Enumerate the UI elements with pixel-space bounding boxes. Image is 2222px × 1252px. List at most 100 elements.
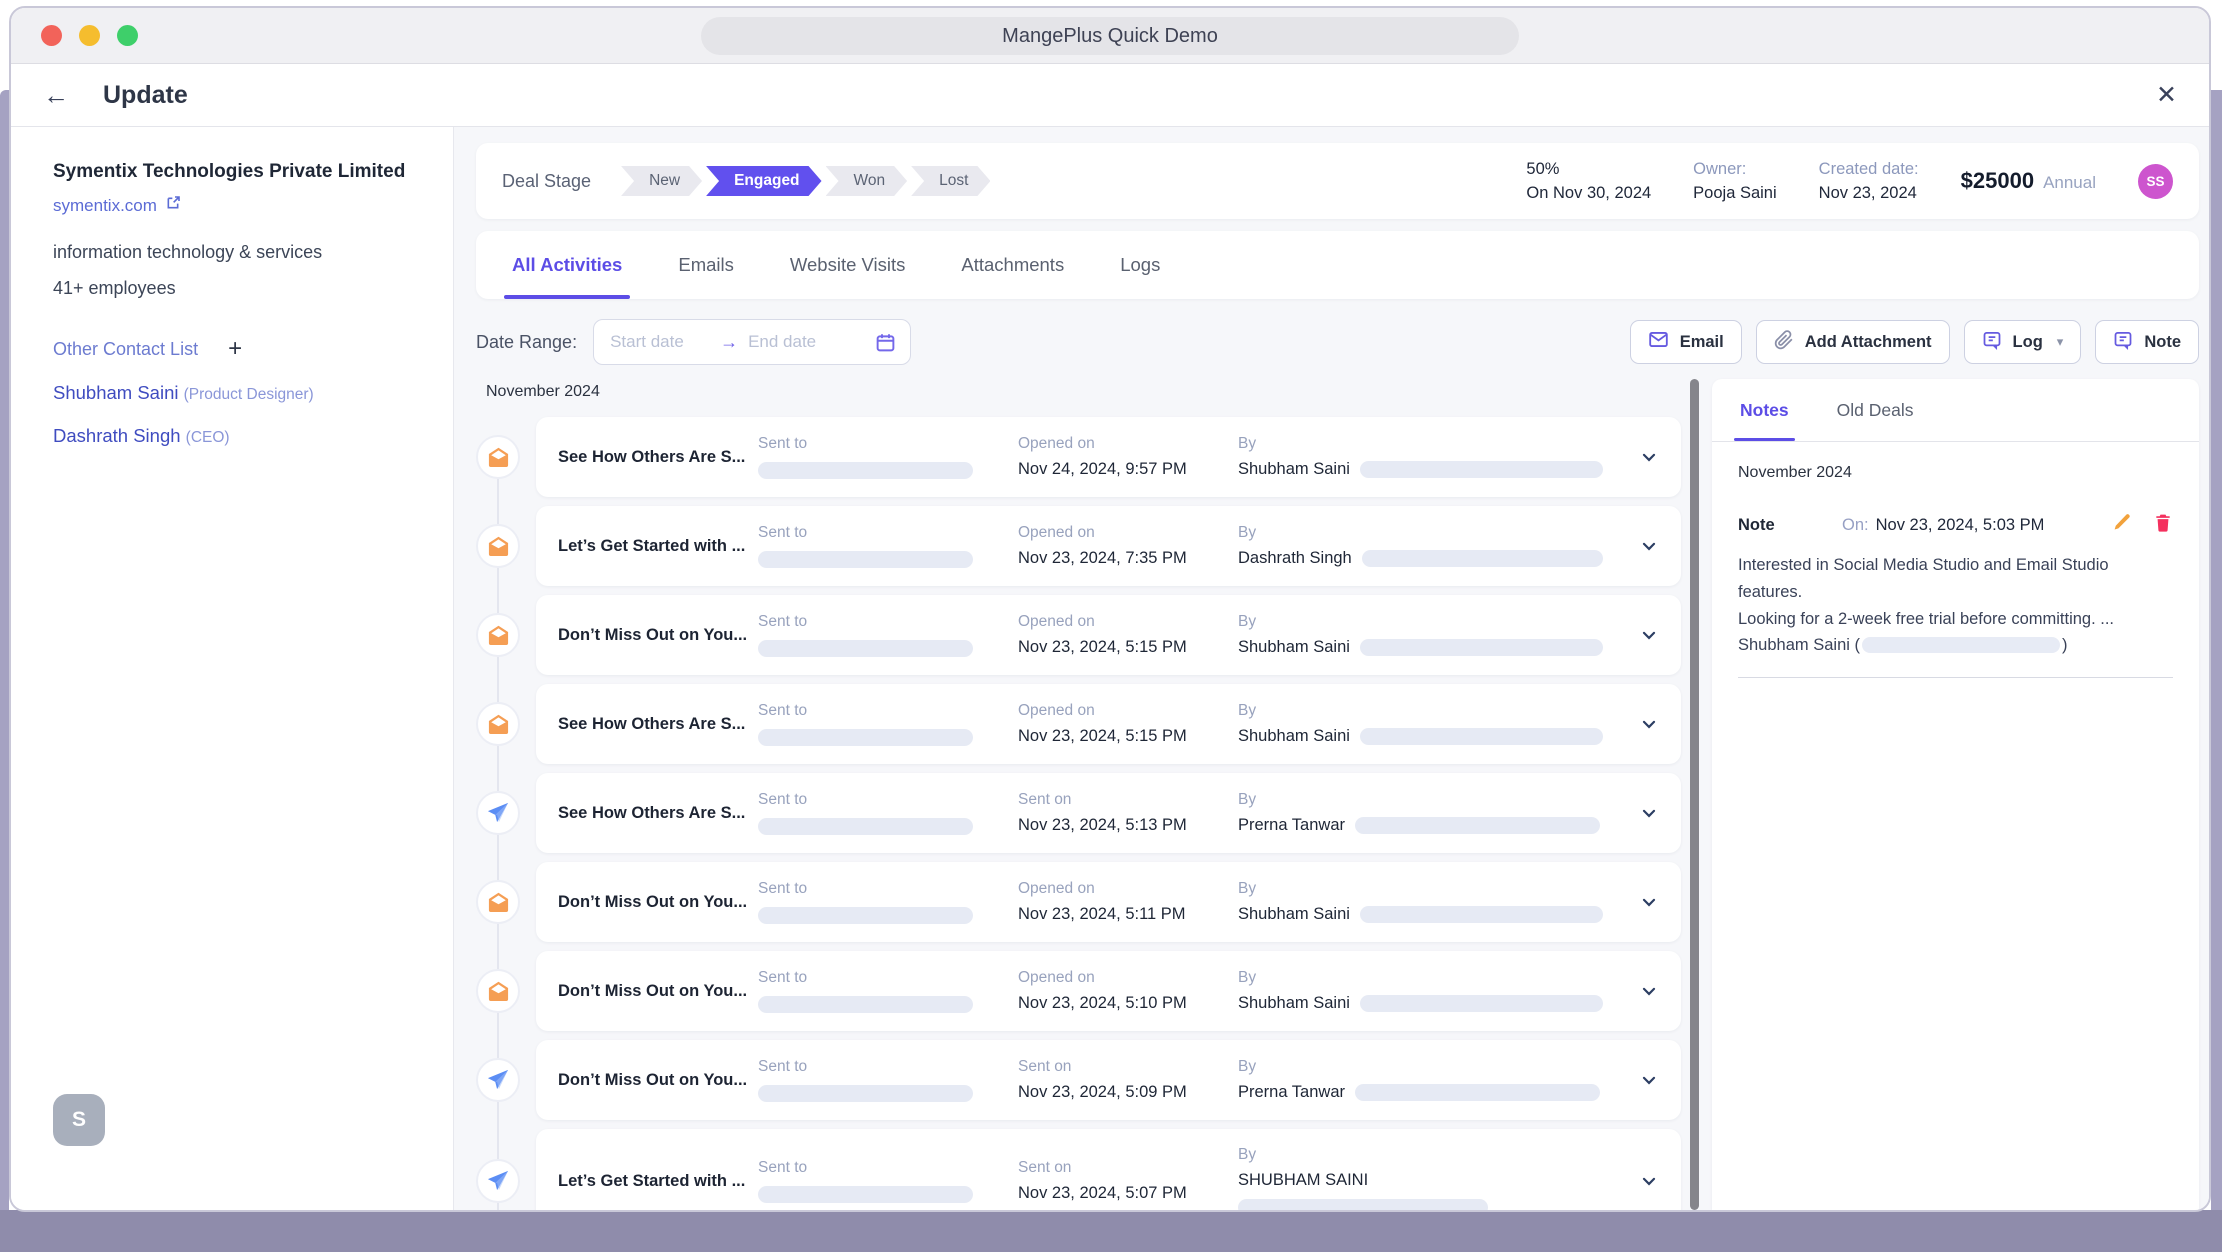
log-button[interactable]: Log ▾ [1964, 320, 2082, 364]
tab-all-activities[interactable]: All Activities [512, 231, 622, 299]
zoom-window-button[interactable] [117, 25, 138, 46]
when-label: Sent on [1018, 1058, 1238, 1076]
by-value: Dashrath Singh [1238, 549, 1352, 568]
chevron-down-icon[interactable] [1629, 1171, 1659, 1191]
minimize-window-button[interactable] [79, 25, 100, 46]
floating-chat-badge[interactable]: S [53, 1094, 105, 1146]
close-window-button[interactable] [41, 25, 62, 46]
calendar-icon[interactable] [875, 332, 896, 353]
external-link-icon[interactable] [165, 195, 181, 216]
redacted-recipient [758, 729, 973, 746]
chevron-down-icon[interactable]: ▾ [2057, 334, 2064, 350]
back-icon[interactable]: ← [43, 82, 69, 108]
chevron-down-icon[interactable] [1629, 536, 1659, 556]
by-value: SHUBHAM SAINI [1238, 1171, 1368, 1190]
chevron-down-icon[interactable] [1629, 625, 1659, 645]
activity-card[interactable]: Let’s Get Started with ... Sent to Opene… [536, 506, 1681, 586]
activity-card[interactable]: See How Others Are S... Sent to Opened o… [536, 684, 1681, 764]
contact-item[interactable]: Dashrath Singh (CEO) [53, 425, 425, 447]
activity-card[interactable]: Let’s Get Started with ... Sent to Sent … [536, 1129, 1681, 1210]
when-value: Nov 23, 2024, 5:09 PM [1018, 1083, 1238, 1102]
note-icon [2113, 330, 2133, 355]
chevron-down-icon[interactable] [1629, 1070, 1659, 1090]
window-shadow-bottom [0, 1210, 2222, 1252]
redacted-recipient [758, 907, 973, 924]
chevron-down-icon[interactable] [1629, 892, 1659, 912]
tab-attachments[interactable]: Attachments [961, 231, 1064, 299]
note-line: Looking for a 2-week free trial before c… [1738, 606, 2173, 633]
domain-text[interactable]: symentix.com [53, 196, 157, 216]
chevron-down-icon[interactable] [1629, 714, 1659, 734]
chevron-down-icon[interactable] [1629, 803, 1659, 823]
add-contact-button[interactable]: + [228, 337, 242, 361]
company-domain-link[interactable]: symentix.com [53, 195, 425, 216]
amount-value: $25000 [1961, 168, 2034, 194]
log-button-label: Log [2013, 333, 2043, 352]
edit-pencil-icon[interactable] [2112, 512, 2133, 538]
when-value: Nov 23, 2024, 5:07 PM [1018, 1184, 1238, 1203]
deal-stage-card: Deal Stage New Engaged Won Lost 50% On N… [476, 143, 2199, 219]
probability-value: 50% [1526, 160, 1651, 179]
contact-name[interactable]: Dashrath Singh [53, 425, 181, 446]
activity-card[interactable]: Don’t Miss Out on You... Sent to Opened … [536, 862, 1681, 942]
contact-item[interactable]: Shubham Saini (Product Designer) [53, 382, 425, 404]
titlebar: MangePlus Quick Demo [11, 8, 2209, 64]
by-label: By [1238, 1146, 1603, 1164]
tab-emails[interactable]: Emails [678, 231, 734, 299]
by-value: Prerna Tanwar [1238, 816, 1345, 835]
date-range-picker[interactable]: → [593, 319, 911, 365]
start-date-input[interactable] [608, 331, 712, 353]
stage-won[interactable]: Won [826, 166, 908, 196]
email-button[interactable]: Email [1630, 320, 1742, 364]
other-contact-list-label: Other Contact List [53, 339, 198, 360]
contact-name[interactable]: Shubham Saini [53, 382, 178, 403]
avatar[interactable]: SS [2138, 164, 2173, 199]
mail-open-icon [476, 435, 520, 479]
by-value: Shubham Saini [1238, 460, 1350, 479]
close-icon[interactable]: ✕ [2156, 80, 2177, 110]
trash-icon[interactable] [2153, 512, 2173, 538]
by-value: Shubham Saini [1238, 638, 1350, 657]
mail-open-icon [476, 524, 520, 568]
when-value: Nov 23, 2024, 5:11 PM [1018, 905, 1238, 924]
toolbar: Date Range: → Email [476, 319, 2199, 365]
activity-card[interactable]: Don’t Miss Out on You... Sent to Opened … [536, 951, 1681, 1031]
activity-card[interactable]: Don’t Miss Out on You... Sent to Sent on… [536, 1040, 1681, 1120]
tab-logs[interactable]: Logs [1120, 231, 1160, 299]
tab-notes[interactable]: Notes [1740, 379, 1789, 441]
activity-card[interactable]: See How Others Are S... Sent to Opened o… [536, 417, 1681, 497]
activity-card[interactable]: Don’t Miss Out on You... Sent to Opened … [536, 595, 1681, 675]
deal-amount: $25000 Annual [1961, 168, 2096, 194]
add-attachment-button-label: Add Attachment [1805, 333, 1932, 352]
activity-item: See How Others Are S... Sent to Opened o… [476, 684, 1683, 764]
deal-created: Created date: Nov 23, 2024 [1819, 160, 1919, 203]
modal-header: ← Update ✕ [11, 64, 2209, 127]
stage-lost[interactable]: Lost [911, 166, 990, 196]
when-label: Opened on [1018, 969, 1238, 987]
sent-to-label: Sent to [758, 1159, 1018, 1177]
sent-to-label: Sent to [758, 969, 1018, 987]
chevron-down-icon[interactable] [1629, 447, 1659, 467]
when-label: Opened on [1018, 524, 1238, 542]
mail-open-icon [476, 969, 520, 1013]
by-label: By [1238, 435, 1603, 453]
when-label: Opened on [1018, 702, 1238, 720]
when-value: Nov 23, 2024, 5:15 PM [1018, 638, 1238, 657]
redacted-by [1360, 461, 1603, 478]
sent-to-label: Sent to [758, 613, 1018, 631]
note-button[interactable]: Note [2095, 320, 2199, 364]
chevron-down-icon[interactable] [1629, 981, 1659, 1001]
activity-card[interactable]: See How Others Are S... Sent to Sent on … [536, 773, 1681, 853]
tab-old-deals[interactable]: Old Deals [1837, 379, 1914, 441]
stage-new[interactable]: New [621, 166, 702, 196]
tab-website-visits[interactable]: Website Visits [790, 231, 906, 299]
note-datetime: Nov 23, 2024, 5:03 PM [1876, 516, 2045, 535]
vertical-scrollbar[interactable] [1690, 379, 1699, 1210]
end-date-input[interactable] [746, 331, 850, 353]
owner-value: Pooja Saini [1693, 184, 1776, 203]
by-label: By [1238, 1058, 1603, 1076]
add-attachment-button[interactable]: Add Attachment [1756, 320, 1950, 364]
activity-title: Let’s Get Started with ... [558, 537, 758, 556]
stage-engaged[interactable]: Engaged [706, 166, 821, 196]
deal-probability: 50% On Nov 30, 2024 [1526, 160, 1651, 203]
